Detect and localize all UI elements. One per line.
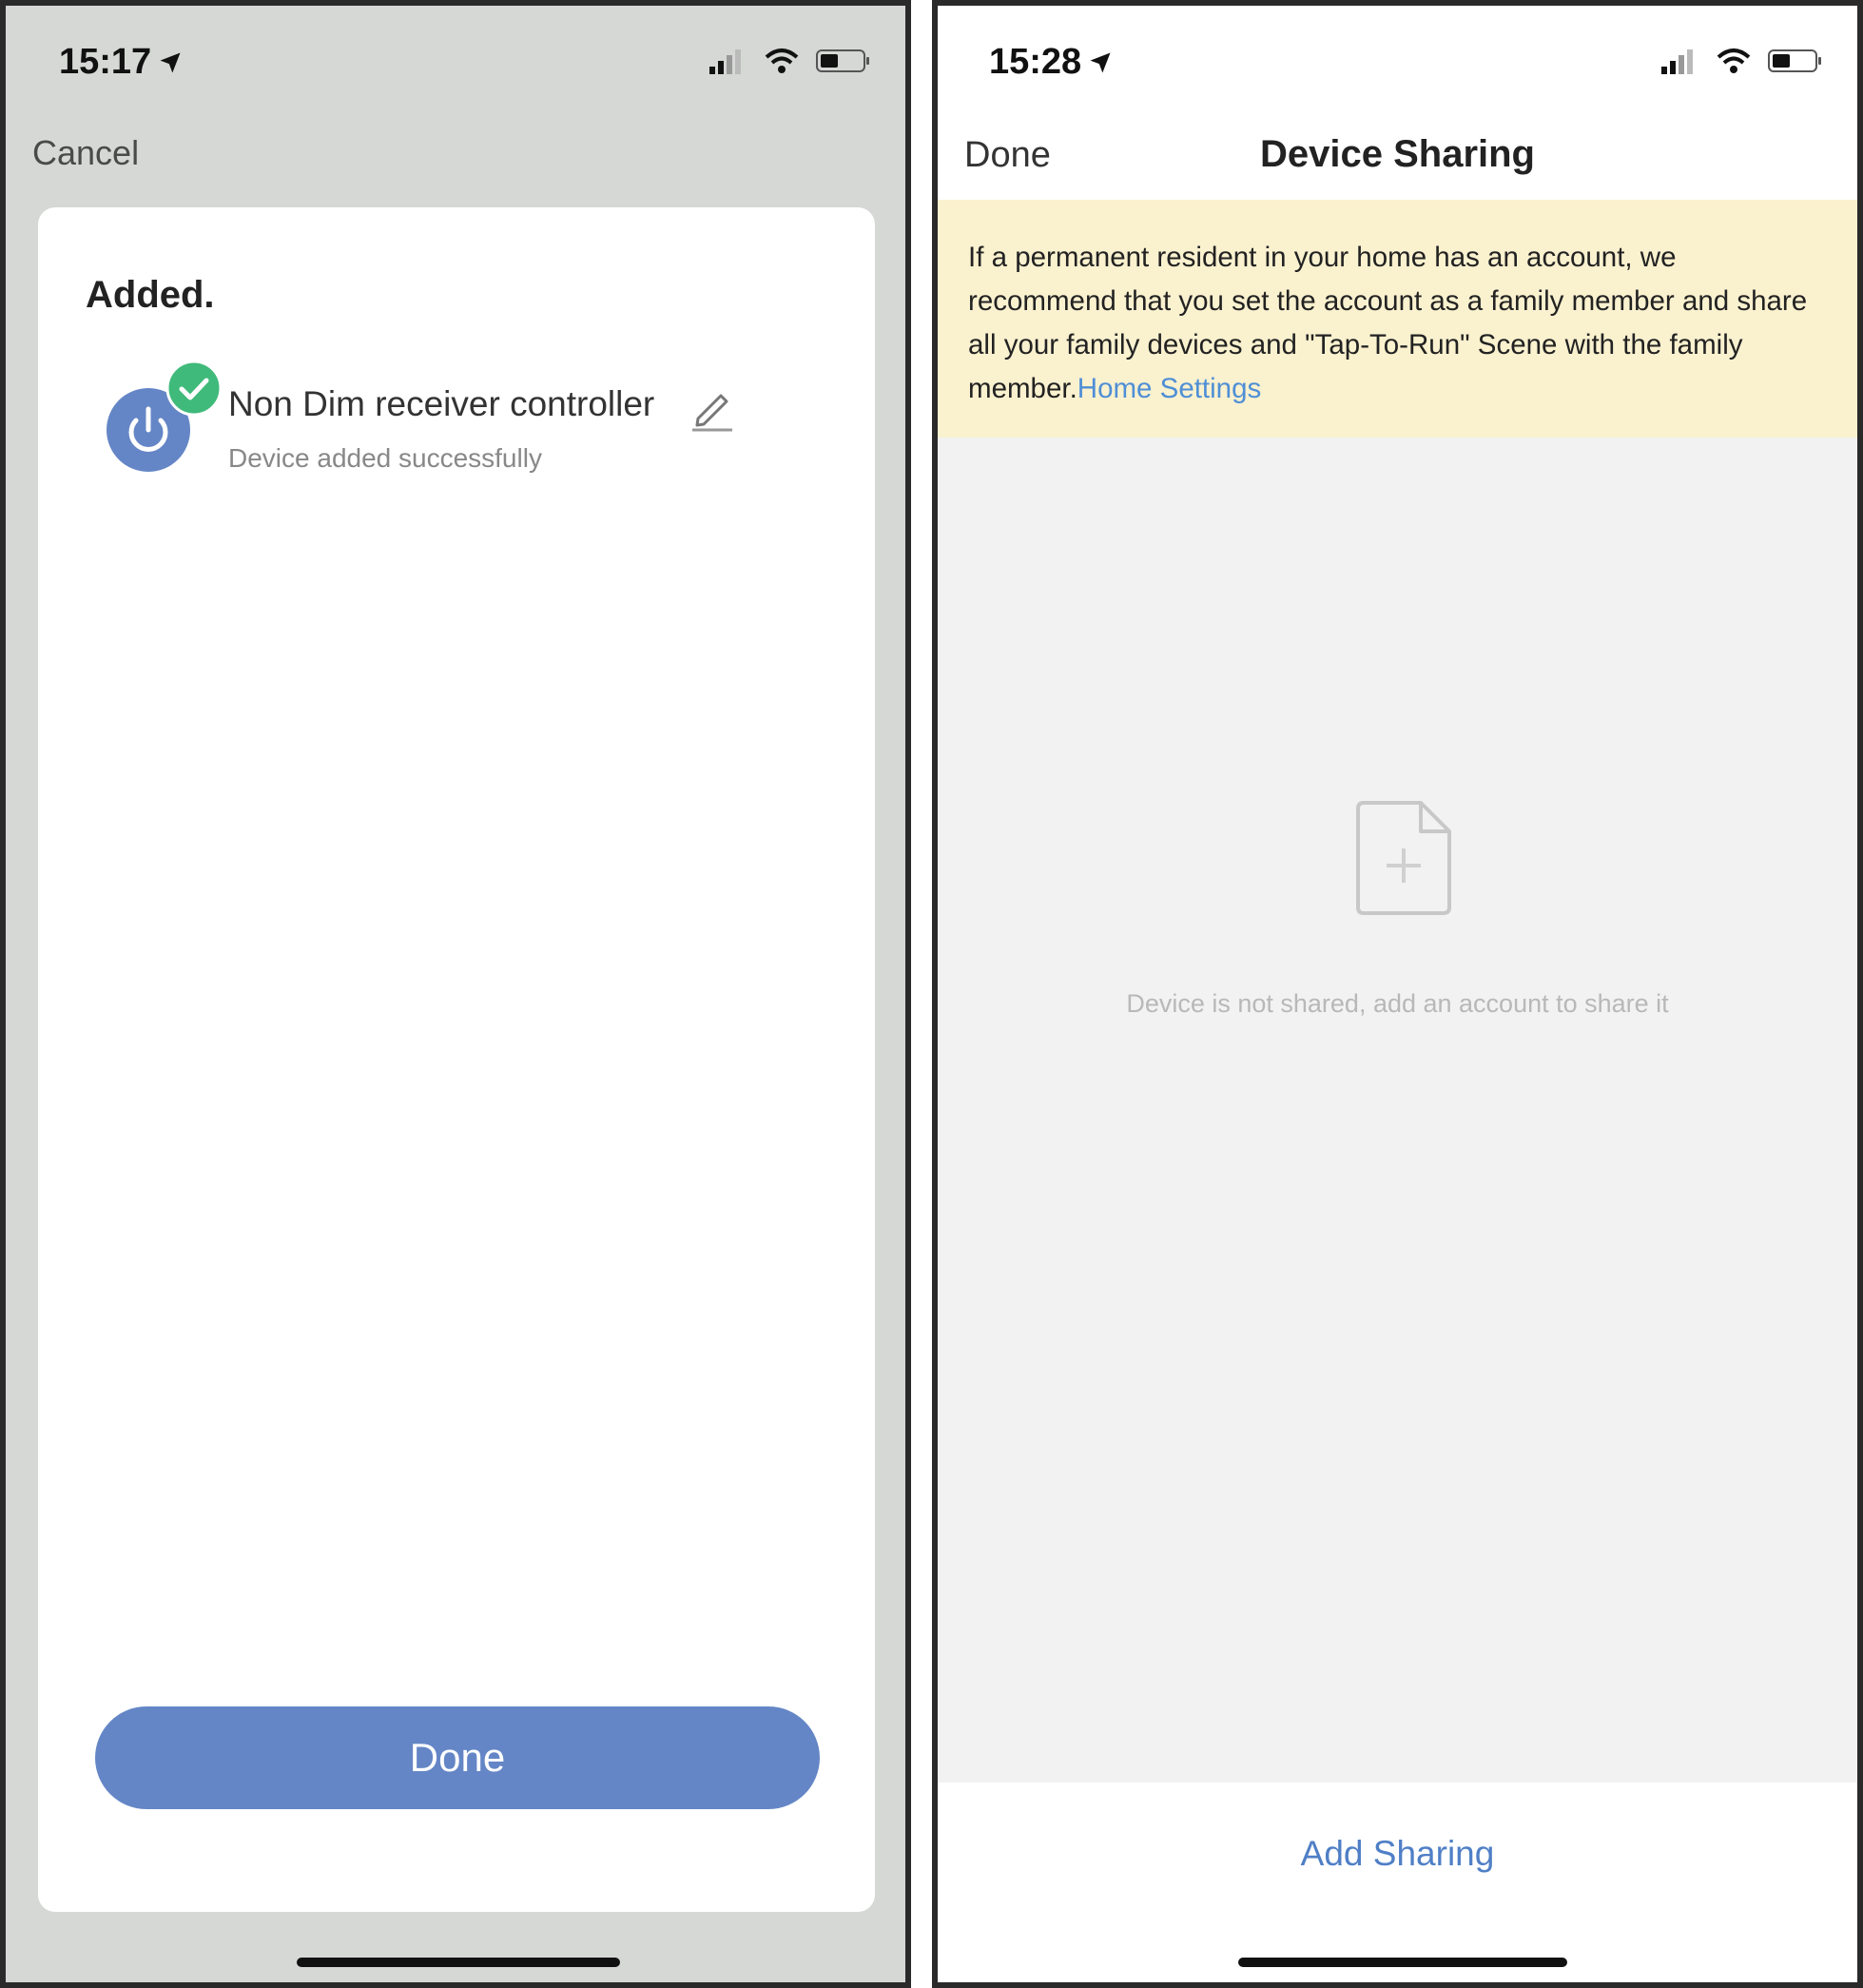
- home-indicator: [1238, 1958, 1567, 1967]
- wifi-icon: [765, 49, 799, 73]
- location-arrow-icon: [1090, 52, 1111, 72]
- phone-screen-device-sharing: 15:28 Device Sharing Done If a permanent…: [932, 0, 1863, 1988]
- home-settings-link[interactable]: Home Settings: [1077, 373, 1261, 404]
- device-status: Device added successfully: [228, 443, 542, 473]
- page-title: Device Sharing: [1259, 133, 1535, 175]
- added-card: Added. Non Dim receiver controller Devic…: [38, 207, 875, 1912]
- status-icons: [709, 48, 871, 74]
- phone-screen-added: 15:17 Cancel Added. Non Dim receiver con…: [0, 0, 911, 1988]
- signal-icon: [1661, 49, 1693, 74]
- status-bar: 15:17: [6, 6, 905, 120]
- home-indicator: [297, 1958, 620, 1967]
- nav-header: 15:28 Device Sharing Done: [938, 6, 1857, 200]
- wifi-icon: [1717, 49, 1751, 73]
- battery-icon: [1768, 49, 1821, 72]
- add-sharing-button[interactable]: Add Sharing: [938, 1834, 1857, 1874]
- done-button[interactable]: Done: [95, 1706, 820, 1809]
- status-time: 15:17: [59, 42, 184, 83]
- signal-icon: [709, 49, 741, 74]
- device-avatar: [107, 360, 223, 481]
- bottom-action-bar: [938, 1783, 1857, 1982]
- family-notice-banner: If a permanent resident in your home has…: [938, 200, 1857, 438]
- empty-state-message: Device is not shared, add an account to …: [1126, 989, 1669, 1018]
- add-document-icon: [1356, 801, 1451, 915]
- cancel-button[interactable]: Cancel: [32, 133, 139, 173]
- edit-pencil-icon[interactable]: [689, 384, 736, 432]
- success-check-icon: [165, 360, 223, 417]
- status-time: 15:28: [989, 42, 1114, 83]
- status-bar: 15:28: [938, 6, 1857, 120]
- location-arrow-icon: [160, 52, 181, 72]
- added-title: Added.: [86, 274, 215, 316]
- device-name: Non Dim receiver controller: [228, 384, 655, 423]
- done-button[interactable]: Done: [964, 135, 1051, 176]
- status-icons: [1661, 48, 1823, 74]
- battery-icon: [816, 49, 869, 72]
